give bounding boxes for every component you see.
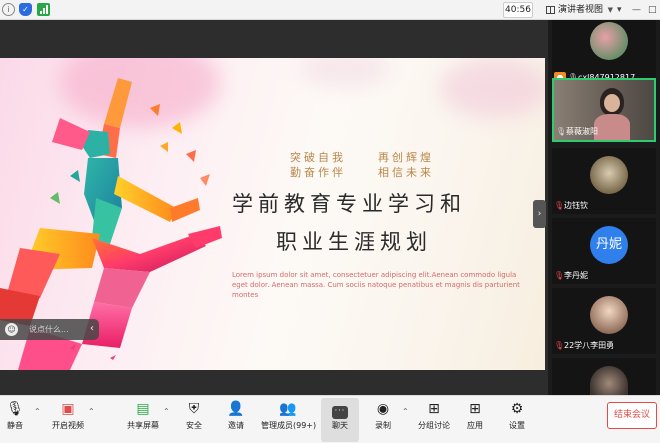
avatar	[590, 366, 628, 395]
slogan-line: 相信未来	[378, 166, 434, 179]
participant-name: 22学八李田勇	[564, 341, 615, 350]
avatar	[590, 22, 628, 60]
apps-icon: ⊞	[469, 401, 481, 417]
mute-label: 静音	[7, 421, 23, 430]
meeting-timer: 40:56	[503, 2, 533, 18]
members-button[interactable]: 👥 管理成员(99+)	[261, 398, 317, 442]
record-label: 录制	[375, 421, 391, 430]
participant-name-row: 🎙 蔡薇淑阳	[556, 127, 598, 137]
microphone-icon: 🎙	[556, 127, 567, 136]
breakout-button[interactable]: ⊞ 分组讨论	[414, 398, 454, 442]
shield-icon[interactable]: ✓	[19, 3, 32, 16]
record-icon: ◉	[376, 401, 390, 417]
network-signal-icon[interactable]	[37, 3, 50, 16]
add-user-icon: 👤	[227, 401, 245, 417]
slogan-right: 再创辉煌 相信未来	[378, 150, 434, 180]
chat-button[interactable]: ··· 聊天	[321, 398, 359, 442]
participant-name-row: 🎙 边钰钦	[554, 201, 588, 211]
slide-title-line1: 学前教育专业学习和	[232, 192, 466, 216]
top-bar: i ✓ 40:56 演讲者视图 ▼ ▾ — □	[0, 0, 660, 20]
settings-label: 设置	[509, 421, 525, 430]
participant-tile[interactable]	[552, 358, 656, 395]
security-button[interactable]: ⛨ 安全	[183, 398, 205, 442]
participant-name: 边钰钦	[564, 201, 588, 210]
participant-tile[interactable]: 🎙 22学八李田勇	[552, 288, 656, 354]
invite-label: 邀请	[228, 421, 244, 430]
participant-tile[interactable]: 丹妮 🎙 李丹妮	[552, 218, 656, 284]
microphone-muted-icon: 🎙	[554, 201, 565, 210]
microphone-muted-icon: 🎙	[554, 341, 565, 350]
participant-tile-active-speaker[interactable]: 🎙 蔡薇淑阳	[552, 78, 656, 142]
settings-button[interactable]: ⚙ 设置	[506, 398, 528, 442]
participant-tile[interactable]: ● 🎙 cxl847912817	[552, 20, 656, 86]
breakout-icon: ⊞	[428, 401, 440, 417]
share-label: 共享屏幕	[127, 421, 159, 430]
end-meeting-button[interactable]: 结束会议	[607, 402, 657, 429]
chat-icon: ···	[321, 398, 359, 420]
grid-view-icon	[546, 6, 555, 14]
decor-splash	[440, 58, 545, 118]
video-button[interactable]: ▣ 开启视频	[48, 398, 88, 442]
breakout-label: 分组讨论	[418, 421, 450, 430]
slogan-left: 突破自我 勤奋作伴	[290, 150, 346, 180]
gear-icon: ⚙	[510, 401, 524, 417]
comment-placeholder: 说点什么...	[29, 325, 69, 334]
speaker-face	[604, 94, 620, 112]
emoji-icon[interactable]: ☺	[5, 323, 18, 336]
chevron-up-icon[interactable]: ⌃	[402, 407, 409, 416]
avatar	[590, 296, 628, 334]
share-screen-button[interactable]: ▤ 共享屏幕	[125, 398, 161, 442]
chevron-down-icon: ▼	[607, 6, 614, 14]
apps-label: 应用	[467, 421, 483, 430]
more-icon[interactable]: ▾	[617, 2, 622, 18]
meeting-window: i ✓ 40:56 演讲者视图 ▼ ▾ — □ 突破自我 勤奋作伴 再创辉煌 相…	[0, 0, 660, 443]
video-label: 开启视频	[52, 421, 84, 430]
avatar-text: 丹妮	[590, 226, 628, 264]
view-switch-button[interactable]: 演讲者视图 ▼	[543, 2, 613, 18]
participant-name-row: 🎙 李丹妮	[554, 271, 588, 281]
chevron-up-icon[interactable]: ⌃	[163, 407, 170, 416]
mute-button[interactable]: 🎙 静音	[4, 398, 26, 442]
comment-input[interactable]: ☺ 说点什么... ‹	[0, 319, 99, 340]
members-label: 管理成员(99+)	[261, 421, 317, 430]
chevron-up-icon[interactable]: ⌃	[88, 407, 95, 416]
share-screen-icon: ▤	[136, 401, 150, 417]
meeting-toolbar: 🎙 静音 ⌃ ▣ 开启视频 ⌃ ▤ 共享屏幕 ⌃ ⛨ 安全 👤 邀请 👥 管理成…	[0, 395, 660, 443]
participant-name: 李丹妮	[564, 271, 588, 280]
security-label: 安全	[186, 421, 202, 430]
members-icon: 👥	[279, 401, 297, 417]
participant-name: 蔡薇淑阳	[566, 127, 598, 136]
slogan-line: 勤奋作伴	[290, 166, 346, 179]
slogan-line: 再创辉煌	[378, 151, 434, 164]
collapse-panel-button[interactable]: ›	[533, 200, 546, 228]
minimize-button[interactable]: —	[632, 2, 641, 18]
shared-screen: 突破自我 勤奋作伴 再创辉煌 相信未来 学前教育专业学习和 职业生涯规划 Lor…	[0, 20, 548, 395]
invite-button[interactable]: 👤 邀请	[224, 398, 248, 442]
record-button[interactable]: ◉ 录制	[372, 398, 394, 442]
info-icon[interactable]: i	[2, 3, 15, 16]
slide-body-text: Lorem ipsum dolor sit amet, consectetuer…	[232, 271, 520, 299]
avatar	[590, 156, 628, 194]
speaker-body	[594, 114, 630, 140]
participant-name-row: 🎙 22学八李田勇	[554, 341, 614, 351]
participant-tile[interactable]: 🎙 边钰钦	[552, 148, 656, 214]
participant-panel: ● 🎙 cxl847912817 🎙 蔡薇淑阳 🎙 边钰钦 丹妮	[548, 20, 660, 395]
decor-splash	[300, 58, 390, 88]
chevron-up-icon[interactable]: ⌃	[34, 407, 41, 416]
slogan-line: 突破自我	[290, 151, 346, 164]
apps-button[interactable]: ⊞ 应用	[464, 398, 486, 442]
maximize-button[interactable]: □	[648, 2, 657, 18]
chevron-left-icon[interactable]: ‹	[90, 322, 94, 336]
microphone-muted-icon: 🎙	[554, 271, 565, 280]
slide-title-line2: 职业生涯规划	[276, 230, 432, 254]
shield-icon: ⛨	[188, 401, 200, 417]
microphone-icon: 🎙	[6, 401, 24, 417]
chat-label: 聊天	[332, 421, 348, 430]
video-off-icon: ▣	[61, 401, 75, 417]
view-label: 演讲者视图	[558, 5, 604, 15]
